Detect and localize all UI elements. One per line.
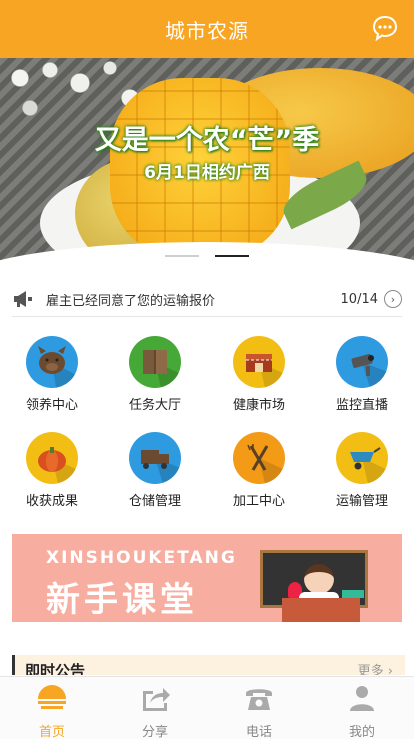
notice-count: 10/14	[340, 291, 378, 307]
market-icon	[233, 336, 285, 388]
feature-label: 健康市场	[232, 398, 285, 413]
camera-icon	[336, 336, 388, 388]
feature-transport[interactable]: 运输管理	[310, 432, 414, 509]
header-bar: 城市农源	[0, 0, 414, 58]
feature-label: 领养中心	[25, 398, 78, 413]
announcement-section: 即时公告 更多 ›	[12, 655, 405, 675]
promo-chinese-title: 新手课堂	[46, 580, 198, 620]
feature-monitor-live[interactable]: 监控直播	[310, 336, 414, 413]
carousel-dot-active[interactable]	[215, 255, 249, 257]
teacher-illustration	[304, 564, 334, 594]
home-sun-icon	[38, 685, 66, 709]
feature-processing[interactable]: 加工中心	[207, 432, 311, 509]
chevron-right-icon[interactable]: ›	[384, 290, 402, 308]
feature-adoption-center[interactable]: 领养中心	[0, 336, 104, 413]
tab-label: 电话	[245, 725, 272, 740]
newbie-classroom-banner[interactable]: XINSHOUKETANG 新手课堂	[12, 534, 402, 622]
fork-knife-icon	[233, 432, 285, 484]
megaphone-icon	[14, 291, 32, 307]
feature-task-hall[interactable]: 任务大厅	[103, 336, 207, 413]
feature-label: 运输管理	[335, 494, 388, 509]
tab-mine[interactable]: 我的	[310, 683, 414, 740]
feature-storage[interactable]: 仓储管理	[103, 432, 207, 509]
tab-home[interactable]: 首页	[0, 683, 104, 740]
promo-carousel[interactable]: 又是一个农“芒”季 6月1日相约广西	[0, 58, 414, 270]
books-illustration	[342, 590, 364, 598]
banner-title: 又是一个农“芒”季	[94, 125, 320, 156]
banner-subtitle: 6月1日相约广西	[144, 163, 270, 183]
tab-share[interactable]: 分享	[103, 683, 207, 740]
user-icon	[350, 686, 374, 711]
desk-illustration	[282, 598, 360, 622]
feature-health-market[interactable]: 健康市场	[207, 336, 311, 413]
chat-bubble-icon[interactable]	[372, 15, 398, 41]
feature-label: 加工中心	[232, 494, 285, 509]
pig-icon	[26, 336, 78, 388]
notice-bar[interactable]: 雇主已经同意了您的运输报价 10/14 ›	[12, 282, 402, 317]
tab-label: 首页	[38, 725, 65, 740]
feature-label: 监控直播	[335, 398, 388, 413]
announcement-more-link[interactable]: 更多 ›	[358, 660, 393, 675]
book-icon	[129, 336, 181, 388]
share-icon	[143, 688, 170, 711]
tab-label: 我的	[348, 725, 375, 740]
page-title: 城市农源	[165, 18, 249, 43]
promo-english-title: XINSHOUKETANG	[46, 548, 237, 568]
truck-icon	[129, 432, 181, 484]
pumpkin-icon	[26, 432, 78, 484]
phone-icon	[246, 689, 272, 710]
wheelbarrow-icon	[336, 432, 388, 484]
carousel-dot[interactable]	[165, 255, 199, 257]
feature-label: 任务大厅	[128, 398, 181, 413]
tab-label: 分享	[141, 725, 168, 740]
notice-text: 雇主已经同意了您的运输报价	[46, 293, 216, 309]
bottom-tab-bar: 首页 分享 电话 我的	[0, 676, 414, 740]
feature-label: 仓储管理	[128, 494, 181, 509]
carousel-indicator	[0, 255, 414, 259]
tab-phone[interactable]: 电话	[207, 683, 311, 740]
feature-harvest[interactable]: 收获成果	[0, 432, 104, 509]
announcement-title: 即时公告	[25, 662, 86, 675]
feature-label: 收获成果	[25, 494, 78, 509]
